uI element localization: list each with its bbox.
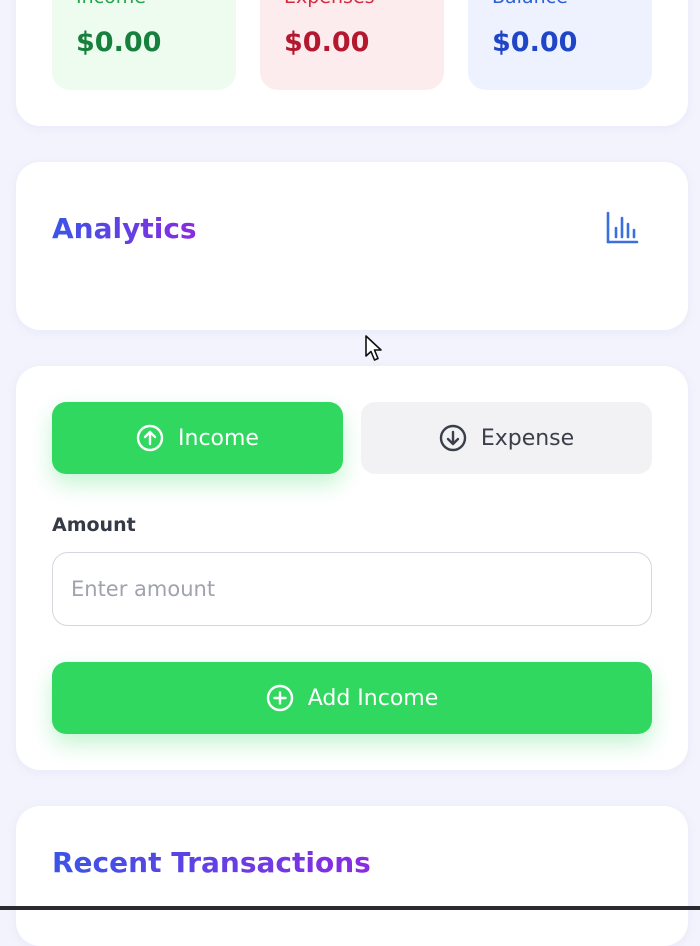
plus-circle-icon xyxy=(266,684,293,712)
income-toggle-button[interactable]: Income xyxy=(52,402,343,474)
analytics-card: Analytics xyxy=(16,162,688,330)
amount-label: Amount xyxy=(52,514,136,536)
expenses-summary-label: Expenses xyxy=(284,0,375,8)
amount-input[interactable] xyxy=(52,552,652,626)
analytics-title: Analytics xyxy=(52,212,197,245)
balance-summary-tile: Balance $0.00 xyxy=(468,0,652,90)
expense-toggle-label: Expense xyxy=(480,425,575,451)
expenses-summary-value: $0.00 xyxy=(284,27,370,58)
window-bottom-edge xyxy=(0,906,700,910)
income-summary-value: $0.00 xyxy=(76,27,162,58)
recent-transactions-title: Recent Transactions xyxy=(52,846,371,879)
add-income-button-label: Add Income xyxy=(307,685,439,711)
balance-summary-label: Balance xyxy=(492,0,568,8)
transaction-form-card: Income Expense Amount Add Income xyxy=(16,366,688,770)
recent-transactions-card: Recent Transactions xyxy=(16,806,688,946)
balance-summary-value: $0.00 xyxy=(492,27,578,58)
income-toggle-label: Income xyxy=(178,425,259,451)
income-summary-label: Income xyxy=(76,0,146,8)
arrow-up-circle-icon xyxy=(136,424,164,452)
arrow-down-circle-icon xyxy=(439,424,467,452)
expense-toggle-button[interactable]: Expense xyxy=(361,402,652,474)
add-income-button[interactable]: Add Income xyxy=(52,662,652,734)
mouse-cursor-icon xyxy=(364,334,386,364)
income-summary-tile: Income $0.00 xyxy=(52,0,236,90)
expenses-summary-tile: Expenses $0.00 xyxy=(260,0,444,90)
bar-chart-icon[interactable] xyxy=(604,210,640,246)
summary-card: Income $0.00 Expenses $0.00 Balance $0.0… xyxy=(16,0,688,126)
